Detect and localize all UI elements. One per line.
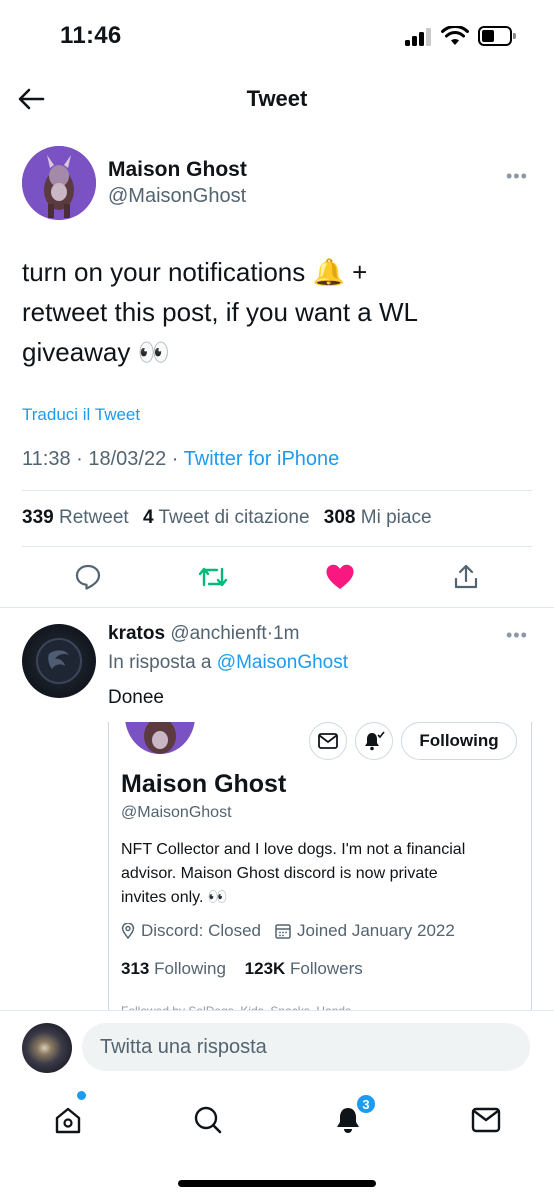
tweet-text: turn on your notifications 🔔 + retweet t… <box>22 252 532 372</box>
divider <box>0 607 554 608</box>
more-options-icon[interactable]: ••• <box>506 166 528 187</box>
calendar-icon <box>275 923 291 939</box>
status-bar: 11:46 <box>0 0 554 70</box>
card-bio-line: NFT Collector and I love dogs. I'm not a… <box>121 841 466 858</box>
likes-stat[interactable]: 308 Mi piace <box>324 507 432 528</box>
likes-count: 308 <box>323 507 356 528</box>
location-icon <box>121 923 135 939</box>
like-button[interactable] <box>324 561 356 593</box>
card-info: Discord: Closed Joined January 2022 <box>121 921 455 941</box>
card-bio-line: advisor. Maison Ghost discord is now pri… <box>121 865 438 882</box>
reply-text: Donee <box>108 687 164 708</box>
search-icon <box>194 1106 222 1134</box>
tweet-time: 11:38 <box>22 448 71 470</box>
reply-time: 1m <box>273 623 300 644</box>
heart-filled-icon <box>326 564 354 589</box>
card-location: Discord: Closed <box>141 921 261 940</box>
mail-icon <box>318 733 338 749</box>
in-reply-to: In risposta a @MaisonGhost <box>108 652 348 674</box>
meta-separator: · <box>171 448 179 470</box>
card-followers-label: Followers <box>290 959 363 978</box>
comment-icon <box>75 564 101 590</box>
quotes-stat[interactable]: 4 Tweet di citazione <box>143 507 319 528</box>
current-user-avatar[interactable] <box>22 1023 72 1073</box>
card-notify-button <box>355 722 393 760</box>
home-unread-dot <box>77 1091 86 1100</box>
notifications-badge: 3 <box>355 1093 377 1115</box>
meta-separator: · <box>76 448 83 470</box>
retweets-stat[interactable]: 339 Retweet <box>22 507 138 528</box>
reply-input[interactable] <box>82 1023 530 1071</box>
translate-link[interactable]: Traduci il Tweet <box>22 405 140 425</box>
reply-author-handle[interactable]: @anchienft <box>170 623 266 644</box>
divider <box>22 546 532 547</box>
author-avatar[interactable] <box>22 146 96 220</box>
cellular-signal-icon <box>405 28 433 46</box>
in-reply-label: In risposta a <box>108 652 212 673</box>
mail-icon <box>471 1107 501 1133</box>
home-indicator <box>178 1180 376 1187</box>
card-handle: @MaisonGhost <box>121 804 232 821</box>
attached-profile-screenshot[interactable]: Following Maison Ghost @MaisonGhost NFT … <box>108 722 532 1012</box>
likes-label: Mi piace <box>360 507 432 528</box>
tweet-meta: 11:38 · 18/03/22 · Twitter for iPhone <box>22 448 339 471</box>
more-options-icon[interactable]: ••• <box>506 625 528 646</box>
divider <box>22 490 532 491</box>
status-time: 11:46 <box>60 22 122 49</box>
author-name[interactable]: Maison Ghost <box>108 158 247 182</box>
card-following-label: Following <box>154 959 226 978</box>
tab-search[interactable] <box>188 1100 228 1140</box>
card-counts: 313 Following 123K Followers <box>121 959 363 979</box>
share-button[interactable] <box>450 561 482 593</box>
card-name: Maison Ghost <box>121 770 287 798</box>
author-handle[interactable]: @MaisonGhost <box>108 185 246 208</box>
tweet-text-line: giveaway 👀 <box>22 337 170 367</box>
retweets-count: 339 <box>22 507 54 528</box>
card-joined: Joined January 2022 <box>297 921 455 940</box>
reply-button[interactable] <box>72 561 104 593</box>
card-following-count: 313 <box>121 959 150 978</box>
page-title: Tweet <box>246 86 308 111</box>
card-message-button <box>309 722 347 760</box>
tweet-text-line: retweet this post, if you want a WL <box>22 297 418 327</box>
bell-check-icon <box>365 731 385 751</box>
card-following-button: Following <box>401 722 517 760</box>
retweet-icon <box>198 567 228 587</box>
card-followers-count: 123K <box>244 959 286 978</box>
in-reply-mention[interactable]: @MaisonGhost <box>217 652 348 673</box>
card-bio: NFT Collector and I love dogs. I'm not a… <box>121 838 521 910</box>
home-icon <box>55 1107 81 1134</box>
reply-header: kratos @anchienft·1m <box>108 623 299 645</box>
reply-author-name[interactable]: kratos <box>108 623 165 644</box>
tab-messages[interactable] <box>466 1100 506 1140</box>
wifi-icon <box>441 24 469 51</box>
tweet-text-line: turn on your notifications 🔔 + <box>22 257 368 287</box>
card-avatar <box>125 722 195 754</box>
battery-icon <box>478 26 516 46</box>
card-bio-line: invites only. 👀 <box>121 889 228 906</box>
reply-compose-bar <box>0 1010 554 1082</box>
quotes-label: Tweet di citazione <box>158 507 310 528</box>
quotes-count: 4 <box>142 507 154 528</box>
tab-home[interactable] <box>48 1100 88 1140</box>
top-nav: Tweet <box>0 70 554 128</box>
tweet-stats: 339 Retweet 4 Tweet di citazione 308 Mi … <box>22 507 432 529</box>
tweet-source-link[interactable]: Twitter for iPhone <box>184 448 340 470</box>
tweet-date: 18/03/22 <box>88 448 167 470</box>
retweets-label: Retweet <box>58 507 129 528</box>
share-icon <box>454 564 478 589</box>
retweet-button[interactable] <box>197 561 229 593</box>
reply-author-avatar[interactable] <box>22 624 96 698</box>
